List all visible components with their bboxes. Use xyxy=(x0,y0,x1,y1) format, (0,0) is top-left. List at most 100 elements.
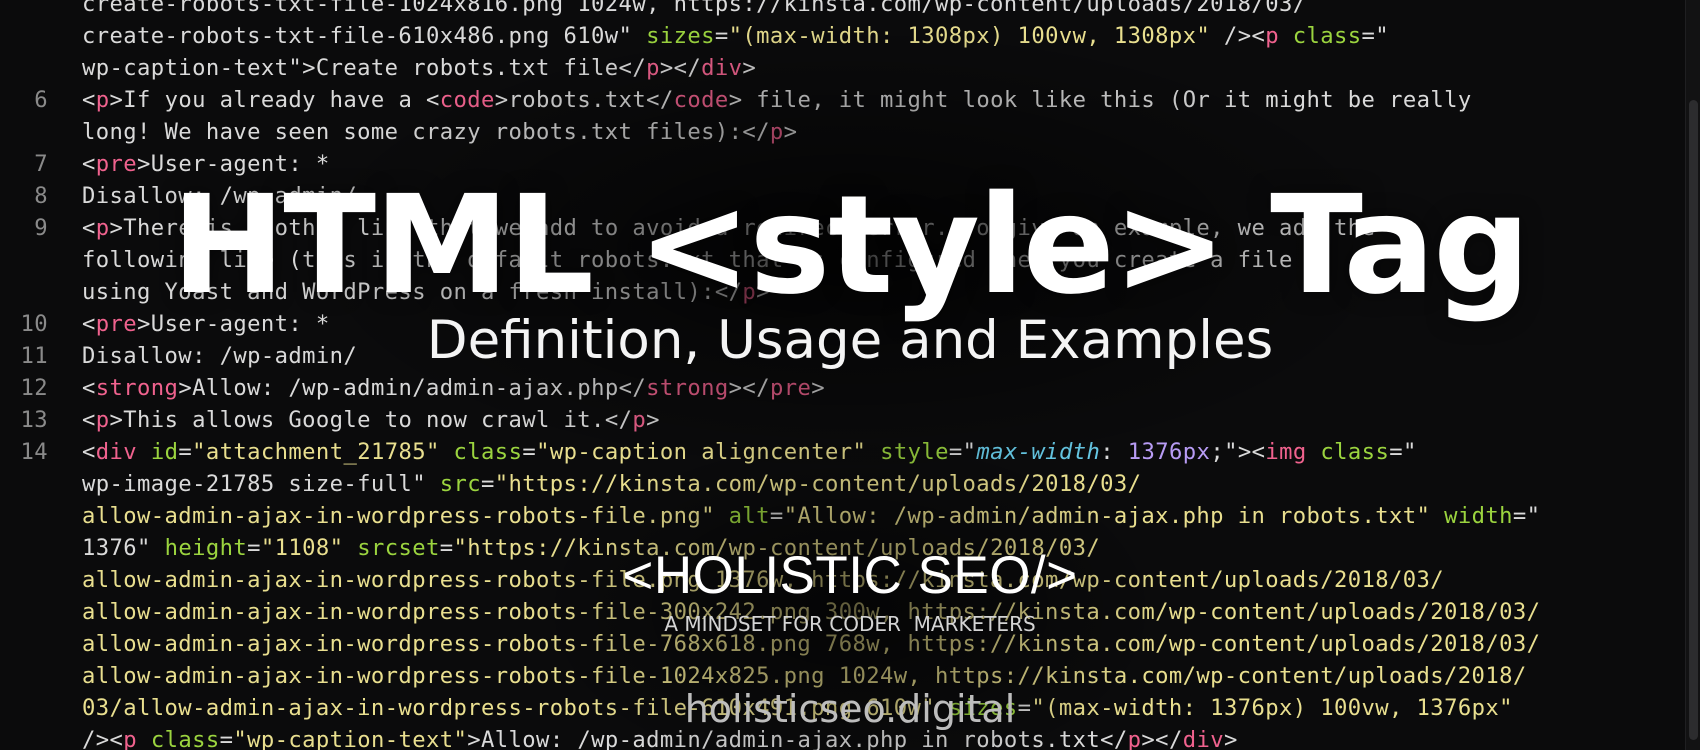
code-token: ></ xyxy=(728,375,770,401)
code-token: create-robots-txt-file-610x486.png 610w" xyxy=(82,23,647,49)
code-token: >robots.txt</ xyxy=(494,87,674,113)
code-token: < xyxy=(82,407,96,433)
code-token: strong xyxy=(95,375,179,401)
code-token: > xyxy=(742,55,757,81)
code-token: < xyxy=(82,439,96,465)
code-line: 14 <div id="attachment_21785" class="wp-c… xyxy=(0,436,1700,468)
code-text: <div id="attachment_21785" class="wp-cap… xyxy=(82,436,1417,468)
code-token: = xyxy=(714,23,729,49)
code-token: create-robots-txt-file-1024x816.png 1024… xyxy=(82,0,1307,17)
code-token: alt xyxy=(728,503,770,529)
code-token: id xyxy=(150,439,179,465)
code-text: <p>If you already have a <code>robots.tx… xyxy=(82,84,1472,116)
code-token: = xyxy=(178,439,193,465)
code-token: < xyxy=(82,87,96,113)
code-token: code xyxy=(439,87,495,113)
code-line: allow-admin-ajax-in-wordpress-robots-fil… xyxy=(0,500,1700,532)
code-token: p xyxy=(769,119,784,145)
code-token: > xyxy=(646,407,660,433)
code-token: />< xyxy=(1210,23,1266,49)
code-token: wp-caption-text">Create robots.txt file<… xyxy=(82,55,647,81)
code-text: allow-admin-ajax-in-wordpress-robots-fil… xyxy=(82,500,1540,532)
code-token: = xyxy=(481,471,495,497)
code-token: p xyxy=(632,407,647,433)
code-token: "attachment_21785" xyxy=(192,439,440,465)
code-token: max-width xyxy=(976,439,1101,465)
code-text: <strong>Allow: /wp-admin/admin-ajax.php<… xyxy=(82,372,825,404)
code-token: div xyxy=(95,439,138,465)
code-line: 13 <p>This allows Google to now crawl it.… xyxy=(0,404,1700,436)
code-token: strong xyxy=(646,375,729,401)
banner-image: create-robots-txt-file-1024x816.png 1024… xyxy=(0,0,1700,750)
code-token: >If you already have a < xyxy=(109,87,440,113)
code-token: ;">< xyxy=(1210,439,1266,465)
code-line: wp-image-21785 size-full" src="https://k… xyxy=(0,468,1700,500)
code-token: "wp-caption aligncenter" xyxy=(536,439,867,465)
page-title: HTML <style> Tag xyxy=(171,167,1530,325)
code-token: img xyxy=(1265,439,1307,465)
code-token: allow-admin-ajax-in-wordpress-robots-fil… xyxy=(82,503,715,529)
brand-tagline: A MINDSET FOR CODER MARKETERS xyxy=(664,612,1036,636)
code-token: =" xyxy=(1512,503,1541,529)
line-number: 13 xyxy=(20,407,48,433)
code-text: <p>This allows Google to now crawl it.</… xyxy=(82,404,660,436)
page-subtitle: Definition, Usage and Examples xyxy=(426,310,1274,371)
code-token: < xyxy=(82,375,96,401)
code-line: wp-caption-text">Create robots.txt file<… xyxy=(0,52,1700,84)
code-token: pre xyxy=(769,375,812,401)
code-token: ></ xyxy=(659,55,702,81)
brand-domain: holisticseo.digital xyxy=(684,687,1016,731)
code-text: create-robots-txt-file-610x486.png 610w"… xyxy=(82,20,1389,52)
code-token: width xyxy=(1444,503,1513,529)
code-line: create-robots-txt-file-1024x816.png 1024… xyxy=(0,0,1700,20)
code-token: "(max-width: 1308px) 100vw, 1308px" xyxy=(728,23,1211,49)
code-token: wp-image-21785 size-full" xyxy=(82,471,440,497)
code-text: create-robots-txt-file-1024x816.png 1024… xyxy=(82,0,1306,20)
code-token: "https://kinsta.com/wp-content/uploads/2… xyxy=(494,471,1142,497)
code-token: = xyxy=(769,503,784,529)
code-token: code xyxy=(673,87,729,113)
line-number: 6 xyxy=(34,87,48,113)
code-token: class xyxy=(1320,439,1390,465)
code-token: p xyxy=(646,55,660,81)
code-token: src xyxy=(439,471,481,497)
code-token: long! We have seen some crazy robots.txt… xyxy=(82,119,770,145)
code-token: : xyxy=(1100,439,1128,465)
code-line: create-robots-txt-file-610x486.png 610w"… xyxy=(0,20,1700,52)
brand-logo: <HOLISTIC SEO/> xyxy=(622,546,1078,605)
code-token: sizes xyxy=(646,23,715,49)
code-token: 1376px xyxy=(1127,439,1211,465)
code-token: =" xyxy=(948,439,977,465)
code-text: wp-image-21785 size-full" src="https://k… xyxy=(82,468,1141,500)
code-token: p xyxy=(1265,23,1279,49)
code-token: p xyxy=(95,407,110,433)
code-token: "Allow: /wp-admin/admin-ajax.php in robo… xyxy=(783,503,1431,529)
code-line: 6 <p>If you already have a <code>robots.t… xyxy=(0,84,1700,116)
line-number: 14 xyxy=(20,439,48,465)
code-token: > file, it might look like this (Or it m… xyxy=(728,87,1472,113)
code-token: = xyxy=(522,439,537,465)
code-token: style xyxy=(880,439,949,465)
code-token: class xyxy=(1292,23,1362,49)
code-line: 12 <strong>Allow: /wp-admin/admin-ajax.ph… xyxy=(0,372,1700,404)
code-line: long! We have seen some crazy robots.txt… xyxy=(0,116,1700,148)
line-number: 12 xyxy=(20,375,48,401)
code-token: =" xyxy=(1361,23,1390,49)
code-token: class xyxy=(453,439,523,465)
code-text: long! We have seen some crazy robots.txt… xyxy=(82,116,797,148)
code-token: p xyxy=(95,87,110,113)
code-token: >This allows Google to now crawl it.</ xyxy=(109,407,633,433)
code-token: > xyxy=(783,119,798,145)
code-text: wp-caption-text">Create robots.txt file<… xyxy=(82,52,756,84)
code-token: >Allow: /wp-admin/admin-ajax.php</ xyxy=(178,375,647,401)
code-token: div xyxy=(701,55,743,81)
code-token: > xyxy=(811,375,825,401)
code-token: =" xyxy=(1389,439,1417,465)
